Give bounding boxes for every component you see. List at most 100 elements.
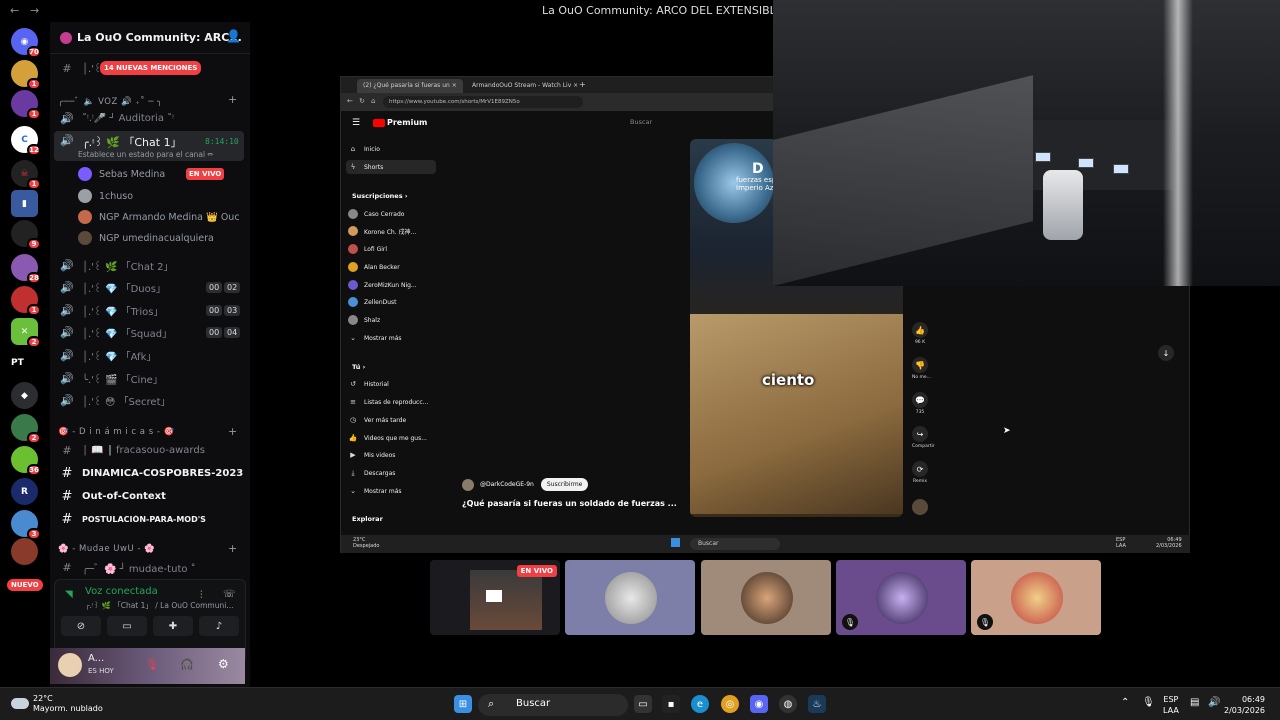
add-channel-icon[interactable]: + (228, 542, 237, 555)
yt-nav-liked[interactable]: 👍 Videos que me gus... (346, 431, 436, 445)
comments-button[interactable]: 💬 735 (912, 392, 928, 415)
youtube-search-input[interactable]: Buscar (630, 118, 773, 130)
signal-icon[interactable]: ◥ (65, 589, 73, 600)
browser-tab[interactable]: (2) ¿Qué pasaría si fueras un × (357, 79, 463, 93)
yt-nav-historial[interactable]: ↺ Historial (346, 377, 436, 391)
back-icon[interactable]: ← (347, 97, 353, 105)
url-input[interactable]: https://www.youtube.com/shorts/MrV1E89ZN… (383, 96, 583, 108)
server-icon[interactable]: ☠ 1 (11, 160, 41, 190)
yt-nav-listas[interactable]: ≡ Listas de reproducc... (346, 395, 436, 409)
server-icon[interactable]: 1 (11, 60, 41, 90)
weather-widget[interactable]: 22°C Mayorm. nublado (33, 694, 103, 714)
activities-button[interactable]: ✚ (153, 616, 193, 636)
youtube-logo[interactable]: Premium (373, 118, 427, 127)
network-icon[interactable]: ▤ (1190, 697, 1199, 708)
new-tab-icon[interactable]: + (573, 77, 592, 91)
subscription-item[interactable]: ZeroMizKun Nig... (346, 278, 436, 292)
voice-location[interactable]: ╭.ᵎ꒱ 🌿 「Chat 1」 / La OuO Communi... (85, 600, 233, 611)
channel-status[interactable]: Establece un estado para el canal ✏ (78, 150, 214, 159)
subscription-item[interactable]: Lofi Girl (346, 242, 436, 256)
share-button[interactable]: ↪ Compartir (912, 426, 935, 449)
yt-nav-mis-videos[interactable]: ▶ Mis videos (346, 448, 436, 462)
avatar[interactable] (58, 653, 82, 677)
server-icon[interactable]: ▮ (11, 190, 38, 217)
home-icon[interactable]: ⌂ (371, 97, 375, 105)
add-channel-icon[interactable]: + (228, 93, 237, 106)
subscription-item[interactable]: Alan Becker (346, 260, 436, 274)
voice-channel-chat2[interactable]: 🔊 │.'꒰ 🌿 「Chat 2」 (54, 255, 244, 275)
subscribe-button[interactable]: Suscribirme (540, 478, 589, 491)
headphones-icon[interactable]: 🎧 (180, 658, 194, 671)
explorar-header[interactable]: Explorar (352, 515, 383, 523)
server-icon[interactable] (11, 538, 38, 565)
category-voz[interactable]: ╭──゛🔈 VOZ 🔊 ₊˚ ─ ╮ (58, 95, 163, 107)
voice-user[interactable]: 1chuso (78, 186, 243, 206)
yt-nav-more[interactable]: ⌄ Mostrar más (346, 484, 436, 498)
discord-icon[interactable]: ◉ (750, 695, 768, 713)
server-icon[interactable]: R (11, 478, 38, 505)
yt-nav-inicio[interactable]: ⌂ Inicio (346, 142, 436, 156)
subscription-item[interactable]: Caso Cerrado (346, 207, 436, 221)
channel-avatar[interactable] (462, 478, 474, 491)
server-icon[interactable]: 2 (11, 414, 41, 444)
language-indicator[interactable]: ESP LAA (1163, 694, 1179, 716)
voice-channel-afk[interactable]: 🔊 │.'꒰ 💎 「Afk」 (54, 345, 244, 365)
participant-tile[interactable]: 🎙 (971, 560, 1101, 635)
chevron-down-icon[interactable]: ⌄ (204, 30, 213, 43)
tray-expand-icon[interactable]: ⌃ (1121, 697, 1129, 708)
dm-home-icon[interactable]: ◉ 70 (11, 28, 41, 58)
server-icon[interactable]: 36 (11, 446, 41, 476)
browser-tab[interactable]: ArmandoOuO Stream - Watch Liv × (466, 79, 584, 93)
hamburger-menu-icon[interactable]: ☰ (352, 118, 360, 128)
category-dinamicas[interactable]: 🎯 ‑ D i n á m i c a s ‑ 🎯 (58, 427, 175, 437)
text-channel[interactable]: # DINAMICA-COSPOBRES-2023 (54, 463, 244, 483)
subscription-item[interactable]: ZellenDust (346, 295, 436, 309)
soundboard-button[interactable]: ♪ (199, 616, 239, 636)
text-channel[interactable]: # │ 📖 ┃ fracasouo-awards (54, 440, 244, 460)
taskbar-search[interactable]: ⌕ Buscar (478, 694, 628, 716)
participant-tile[interactable]: 🎙 (836, 560, 966, 635)
server-text-label[interactable]: PT (11, 358, 24, 368)
video-title[interactable]: ¿Qué pasaría si fueras un soldado de fue… (462, 499, 677, 508)
voice-user[interactable]: NGP Armando Medina 👑 Ouc (78, 207, 243, 227)
text-channel[interactable]: # ╭─゛🌸 ┘ mudae-tuto ˚ (54, 557, 244, 577)
noise-suppression-icon[interactable]: ⫶ (200, 590, 203, 601)
yt-nav-ver-mas-tarde[interactable]: ◷ Ver más tarde (346, 413, 436, 427)
voice-user[interactable]: NGP umedinacualquiera (78, 228, 243, 248)
server-icon[interactable]: 9 (11, 220, 41, 250)
invite-people-icon[interactable]: 👤 (226, 29, 241, 43)
new-mentions-badge[interactable]: 14 NUEVAS MENCIONES (100, 61, 202, 75)
volume-icon[interactable]: 🔊 (1208, 697, 1220, 708)
mic-tray-icon[interactable]: 🎙 (1142, 697, 1155, 708)
obs-icon[interactable]: ◍ (779, 695, 797, 713)
windows-start-icon[interactable]: ⊞ (454, 695, 472, 713)
like-button[interactable]: 👍 96 K (912, 322, 928, 345)
dislike-button[interactable]: 👎 No me... (912, 357, 931, 380)
server-icon[interactable]: ✕ 2 (11, 318, 41, 348)
terminal-icon[interactable]: ▪ (662, 695, 680, 713)
screen-share-button[interactable]: ▭ (107, 616, 147, 636)
server-icon[interactable]: C 12 (11, 126, 41, 156)
server-icon[interactable]: 3 (11, 510, 41, 540)
forward-arrow-icon[interactable]: → (30, 4, 39, 17)
edge-icon[interactable]: e (691, 695, 709, 713)
mic-muted-icon[interactable]: 🎙 (145, 658, 159, 671)
participant-tile[interactable] (565, 560, 695, 635)
voice-channel-cine[interactable]: 🔊 ╰.'꒰ 🎬 「Cine」 (54, 368, 244, 388)
subscription-item[interactable]: Korone Ch. 戌神... (346, 224, 436, 238)
participant-tile-stream[interactable]: EN VIVO (430, 560, 560, 635)
weather-cloud-icon[interactable] (11, 698, 29, 709)
server-icon[interactable]: ◆ (11, 382, 38, 409)
category-mudae[interactable]: 🌸 ‑ Mudae UwU ‑ 🌸 (58, 544, 155, 554)
text-channel[interactable]: # POSTULACIÓN-PARA-MOD'S (54, 509, 244, 529)
server-icon[interactable]: 28 (11, 254, 41, 284)
taskbar-clock[interactable]: 06:49 2/03/2026 (1224, 694, 1265, 716)
disconnect-icon[interactable]: ☏ (223, 589, 236, 600)
steam-icon[interactable]: ♨ (808, 695, 826, 713)
reload-icon[interactable]: ↻ (359, 97, 365, 105)
camera-off-button[interactable]: ⊘ (61, 616, 101, 636)
show-more-subs[interactable]: ⌄ Mostrar más (346, 331, 436, 345)
subscriptions-header[interactable]: Suscripciones › (352, 192, 408, 200)
chrome-icon[interactable]: ◎ (721, 695, 739, 713)
server-icon[interactable]: 1 (11, 90, 41, 120)
